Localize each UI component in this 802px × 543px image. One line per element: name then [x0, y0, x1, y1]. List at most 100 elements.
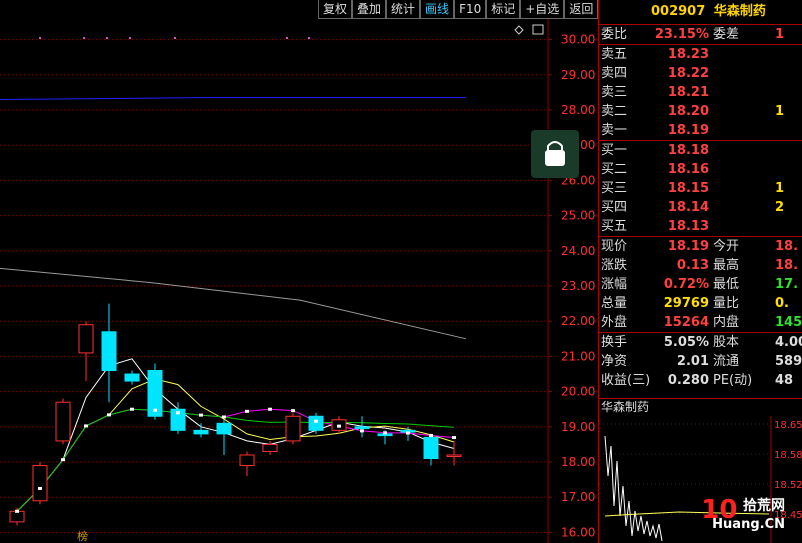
fund-row: 收益(三) 0.280 PE(动) 48 [599, 371, 802, 390]
candle-body [101, 331, 117, 372]
sell-label: 卖五 [601, 47, 628, 62]
ma-marker [291, 409, 295, 413]
buy-price: 18.13 [667, 219, 709, 234]
ma-marker [314, 419, 318, 423]
weibi-label: 委比 [601, 27, 628, 42]
lock-icon [545, 141, 565, 166]
weicha-label: 委差 [713, 27, 740, 42]
ma-marker [176, 411, 180, 415]
stat-label: 现价 [601, 239, 628, 254]
ma-marker [61, 458, 65, 462]
stat-value: 0.72% [663, 277, 709, 292]
ma30-line [16, 408, 455, 512]
mini-price-line [604, 435, 663, 542]
ma-marker [222, 415, 226, 419]
weibi-value: 23.15% [654, 27, 709, 42]
buy-label: 买二 [601, 162, 628, 177]
buy-price: 18.15 [667, 181, 709, 196]
stat-row: 总量 29769 量比 0. [599, 294, 802, 313]
sell-label: 卖三 [601, 85, 628, 100]
buy-price: 18.16 [667, 162, 709, 177]
sell-row: 卖四 18.22 [599, 64, 802, 83]
stat-label-2: 内盘 [713, 315, 740, 330]
toolbar-button-7[interactable]: 返回 [564, 0, 599, 19]
ma-marker [360, 429, 364, 433]
y-tick-label: 18.00 [561, 455, 595, 469]
buy-label: 买一 [601, 143, 628, 158]
stat-value-2: 17. [775, 277, 799, 292]
stat-value: 0.13 [676, 258, 709, 273]
event-marker [106, 37, 108, 39]
y-tick-label: 23.00 [561, 279, 595, 293]
toolbar-button-1[interactable]: 叠加 [352, 0, 387, 19]
buy-row: 买一 18.18 [599, 141, 802, 160]
stat-label: 涨幅 [601, 277, 628, 292]
candle-body [354, 426, 370, 430]
fund-label-2: PE(动) [713, 373, 753, 388]
intraday-mini-chart[interactable]: 华森制药 18.65 18.58 18.52 18.45 10 拾荒网 Huang.C… [599, 398, 802, 543]
candle-body [446, 454, 462, 457]
event-marker [83, 37, 85, 39]
toolbar-button-6[interactable]: +自选 [520, 0, 565, 19]
toolbar-button-3[interactable]: 画线 [420, 0, 455, 19]
toolbar-button-0[interactable]: 复权 [318, 0, 353, 19]
fund-row: 净资 2.01 流通 5896 [599, 352, 802, 371]
ma-marker [153, 408, 157, 412]
toolbar-button-4[interactable]: F10 [454, 0, 487, 19]
sell-price: 18.21 [667, 85, 709, 100]
candle-body [124, 373, 140, 382]
fund-value: 0.280 [667, 373, 709, 388]
candle-body [9, 510, 25, 523]
fund-value: 5.05% [663, 335, 709, 350]
buy-orders: 买一 18.18 买二 18.16 买三 18.15 1 买四 18.14 2 买五 18.13 [599, 141, 802, 237]
event-marker [286, 37, 288, 39]
ma-marker [15, 509, 19, 513]
sell-label: 卖二 [601, 104, 628, 119]
candle-body [193, 429, 209, 435]
ma-marker [452, 436, 456, 440]
buy-label: 买四 [601, 200, 628, 215]
stat-label: 外盘 [601, 315, 628, 330]
y-tick-label: 24.00 [561, 244, 595, 258]
stat-label-2: 最低 [713, 277, 740, 292]
logo-url: Huang.CN [712, 517, 785, 532]
buy-row: 买四 18.14 2 [599, 198, 802, 217]
sell-price: 18.23 [667, 47, 709, 62]
ma-marker [429, 433, 433, 437]
fund-label-2: 流通 [713, 354, 740, 369]
stat-label: 涨跌 [601, 258, 628, 273]
stat-label-2: 量比 [713, 296, 740, 311]
stat-row: 外盘 15264 内盘 145 [599, 313, 802, 332]
watermark-logo: 10 拾荒网 Huang.CN [701, 495, 785, 532]
ma120-line [0, 97, 466, 100]
y-tick-label: 20.00 [561, 385, 595, 399]
candle-body [78, 324, 94, 354]
fund-label: 收益(三) [601, 373, 651, 388]
event-marker [129, 37, 131, 39]
stat-label-2: 最高 [713, 258, 740, 273]
candle-body [262, 443, 278, 452]
logo-text: 拾荒网 [743, 498, 785, 514]
toolbar-button-5[interactable]: 标记 [486, 0, 521, 19]
y-tick-label: 25.00 [561, 209, 595, 223]
stat-row: 涨跌 0.13 最高 18. [599, 256, 802, 275]
candle-body [239, 454, 255, 467]
mini-y-tick: 18.52 [774, 480, 802, 491]
y-tick-label: 19.00 [561, 420, 595, 434]
fund-label-2: 股本 [713, 335, 740, 350]
drag-handle[interactable] [531, 130, 579, 178]
buy-price: 18.14 [667, 200, 709, 215]
ma-marker [383, 431, 387, 435]
kline-chart[interactable]: 30.0029.0028.0027.0026.0025.0024.0023.00… [0, 0, 598, 543]
sell-price: 18.22 [667, 66, 709, 81]
ma10-line [16, 378, 455, 512]
buy-row: 买二 18.16 [599, 160, 802, 179]
stat-row: 涨幅 0.72% 最低 17. [599, 275, 802, 294]
diamond-icon [514, 25, 524, 35]
toolbar-button-2[interactable]: 统计 [386, 0, 421, 19]
stat-row: 现价 18.19 今开 18. [599, 237, 802, 256]
stat-value-2: 145 [775, 315, 802, 330]
mini-y-tick: 18.65 [774, 420, 802, 431]
stat-value: 18.19 [667, 239, 709, 254]
ma20-line [16, 408, 455, 512]
